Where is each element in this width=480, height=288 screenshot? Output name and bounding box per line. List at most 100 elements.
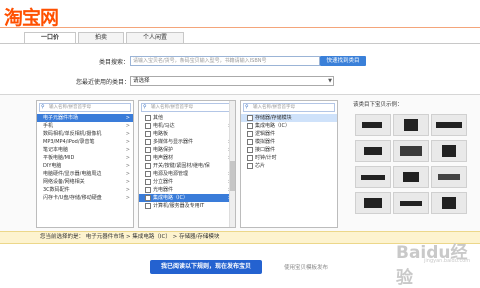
category-search-input[interactable]: 请输入宝贝名/货号，条码宝贝输入型号，书籍请输入ISBN号	[130, 56, 320, 66]
leaf-category-icon	[247, 162, 253, 169]
category-item[interactable]: 存储器/存储模块	[241, 114, 337, 122]
column-3-filter-input[interactable]: ⚲ 输入名称/拼音首字母	[243, 103, 335, 112]
recent-category-label: 您最近使用的类目：	[76, 79, 131, 86]
chevron-right-icon: >	[125, 139, 130, 145]
category-item[interactable]: 计算机/服务器及专用IT	[139, 202, 235, 210]
example-image	[393, 140, 429, 162]
example-image	[393, 192, 429, 214]
category-item[interactable]: 集成电路（IC）>	[139, 194, 235, 202]
category-item[interactable]: 3C数码配件 >	[37, 186, 133, 194]
example-image	[355, 114, 391, 136]
chevron-right-icon: >	[125, 171, 130, 177]
category-item[interactable]: 集成电路（IC）	[241, 122, 337, 130]
chevron-right-icon: >	[125, 147, 130, 153]
column-2-filter-input[interactable]: ⚲ 输入名称/拼音首字母	[141, 103, 233, 112]
category-item[interactable]: 逻辑器件	[241, 130, 337, 138]
chevron-right-icon: >	[125, 163, 130, 169]
category-column-3: ⚲ 输入名称/拼音首字母 存储器/存储模块 集成电路（IC） 逻辑器件 模拟器件 …	[240, 100, 338, 228]
category-item[interactable]: 分立器件>	[139, 178, 235, 186]
example-image	[393, 114, 429, 136]
category-column-2: ⚲输入名称/拼音首字母 其他 电机/马达> 电路板 多媒体与显示器件> 电路保护…	[138, 100, 236, 228]
column-1-filter-input[interactable]: ⚲ 输入名称/拼音首字母	[39, 103, 131, 112]
search-icon: ⚲	[245, 104, 249, 110]
listing-type-tabs: 一口价 拍卖 个人闲置	[24, 32, 186, 44]
category-item[interactable]: 笔记本电脑 >	[37, 146, 133, 154]
leaf-category-icon	[145, 114, 151, 121]
category-item[interactable]: MP3/MP4/iPod/录音笔 >	[37, 138, 133, 146]
leaf-category-icon	[247, 122, 253, 129]
breadcrumb-item: 存储器/存储模块	[178, 234, 220, 240]
category-item[interactable]: 开关/按键/紧固材/继电/保	[139, 162, 235, 170]
leaf-category-icon	[145, 138, 151, 145]
category-item[interactable]: 网络设备/网络相关 >	[37, 178, 133, 186]
leaf-category-icon	[145, 162, 151, 169]
breadcrumb-item: 电子元器件市场	[85, 234, 125, 240]
leaf-category-icon	[145, 186, 151, 193]
chevron-right-icon: >	[125, 195, 130, 201]
leaf-category-icon	[145, 122, 151, 129]
leaf-category-icon	[145, 130, 151, 137]
baidu-watermark-url: jingyan.baidu.com	[424, 258, 471, 264]
category-column-1: ⚲ 输入名称/拼音首字母 电子元器件市场 > 手机 > 数码相机/单反相机/摄像机 > …	[36, 100, 134, 228]
leaf-category-icon	[145, 170, 151, 177]
leaf-category-icon	[247, 114, 253, 121]
example-image	[355, 140, 391, 162]
example-image	[393, 166, 429, 188]
category-item[interactable]: 电路板	[139, 130, 235, 138]
example-image	[431, 192, 467, 214]
category-item[interactable]: 闪存卡/U盘/存储/移动硬盘 >	[37, 194, 133, 202]
column-2-scrollbar[interactable]	[229, 101, 235, 227]
breadcrumb-label: 您当前选择的是：	[40, 234, 85, 240]
search-icon: ⚲	[41, 104, 45, 110]
chevron-right-icon: >	[125, 187, 130, 193]
example-image	[431, 140, 467, 162]
quick-find-category-button[interactable]: 快速找到类目	[320, 56, 366, 66]
chevron-right-icon: >	[125, 115, 130, 121]
tab-personal-idle[interactable]: 个人闲置	[126, 32, 185, 43]
category-item[interactable]: 电路保护>	[139, 146, 235, 154]
category-item[interactable]: 电子元器件市场 >	[37, 114, 133, 122]
example-items-panel: 该类目下宝贝示例：	[353, 100, 473, 226]
category-item[interactable]: 电源及电源管理>	[139, 170, 235, 178]
publish-item-button[interactable]: 我已阅读以下规则，现在发布宝贝	[150, 260, 262, 274]
category-item[interactable]: DIY电脑 >	[37, 162, 133, 170]
scroll-thumb[interactable]	[230, 161, 235, 191]
category-search-label: 类目搜索：	[99, 59, 130, 66]
example-image	[355, 166, 391, 188]
header-divider	[0, 27, 480, 28]
chevron-right-icon: >	[125, 155, 130, 161]
leaf-category-icon	[145, 154, 151, 161]
category-item[interactable]: 多媒体与显示器件>	[139, 138, 235, 146]
chevron-right-icon: >	[125, 131, 130, 137]
category-item[interactable]: 手机 >	[37, 122, 133, 130]
publish-with-template-link[interactable]: 使用宝贝模板发布	[284, 263, 328, 271]
category-item[interactable]: 电脑硬件/显示器/电脑周边 >	[37, 170, 133, 178]
leaf-category-icon	[145, 146, 151, 153]
leaf-category-icon	[247, 146, 253, 153]
breadcrumb-separator: >	[170, 234, 179, 240]
recent-category-select[interactable]: 请选择 ▼	[130, 76, 334, 86]
chevron-right-icon: >	[125, 179, 130, 185]
category-item[interactable]: 电声器材>	[139, 154, 235, 162]
category-item[interactable]: 芯片	[241, 162, 337, 170]
breadcrumb-item: 集成电路（IC）	[132, 234, 171, 240]
category-item[interactable]: 数码相机/单反相机/摄像机 >	[37, 130, 133, 138]
category-item[interactable]: 模拟器件	[241, 138, 337, 146]
category-item[interactable]: 时钟/计时	[241, 154, 337, 162]
leaf-category-icon	[247, 130, 253, 137]
chevron-down-icon: ▼	[328, 78, 332, 84]
leaf-category-icon	[247, 138, 253, 145]
category-item[interactable]: 光电器件>	[139, 186, 235, 194]
taobao-logo[interactable]: 淘宝网	[4, 3, 59, 30]
category-item[interactable]: 平板电脑/MID >	[37, 154, 133, 162]
category-item[interactable]: 电机/马达>	[139, 122, 235, 130]
category-item[interactable]: 接口器件	[241, 146, 337, 154]
chevron-right-icon: >	[125, 123, 130, 129]
example-image	[355, 192, 391, 214]
example-image	[431, 166, 467, 188]
tabs-divider	[0, 43, 480, 44]
examples-title: 该类目下宝贝示例：	[353, 102, 403, 108]
tab-auction[interactable]: 拍卖	[78, 32, 125, 43]
category-item[interactable]: 其他	[139, 114, 235, 122]
example-image	[431, 114, 467, 136]
